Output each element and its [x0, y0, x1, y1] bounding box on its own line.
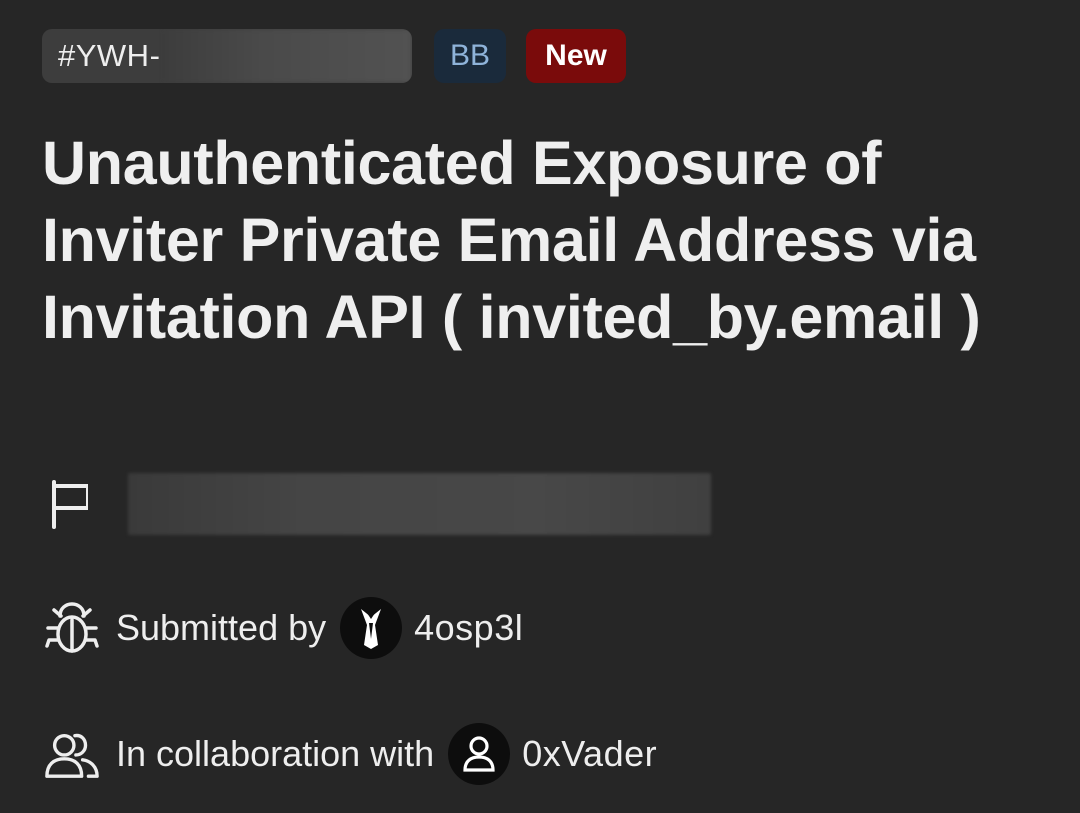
collaboration-row: In collaboration with 0xVader: [44, 722, 657, 786]
redacted-scope: [128, 473, 711, 535]
flag-icon: [44, 472, 100, 536]
users-icon: [44, 722, 100, 786]
submitted-by-label: Submitted by: [116, 607, 327, 648]
user-icon[interactable]: [448, 723, 511, 785]
submitted-by-row: Submitted by 4osp3l: [44, 596, 523, 660]
collaboration-label: In collaboration with: [116, 733, 435, 774]
report-title: Unauthenticated Exposure of Inviter Priv…: [42, 129, 981, 351]
status-badge: New: [526, 29, 626, 83]
tuxedo-avatar-icon[interactable]: [340, 597, 403, 659]
program-type-badge: BB: [434, 29, 506, 83]
report-header: #YWH- BB New Unauthenticated Exposure of…: [0, 0, 1080, 813]
collaborator-username[interactable]: 0xVader: [522, 733, 657, 775]
submitter-username[interactable]: 4osp3l: [414, 607, 523, 649]
report-id-badge[interactable]: #YWH-: [42, 29, 412, 83]
redacted-report-id: [164, 29, 412, 83]
bug-icon: [44, 596, 100, 660]
scope-row: [44, 472, 711, 536]
report-id-text: #YWH-: [58, 38, 161, 73]
report-tags: #YWH- BB New: [42, 29, 626, 83]
